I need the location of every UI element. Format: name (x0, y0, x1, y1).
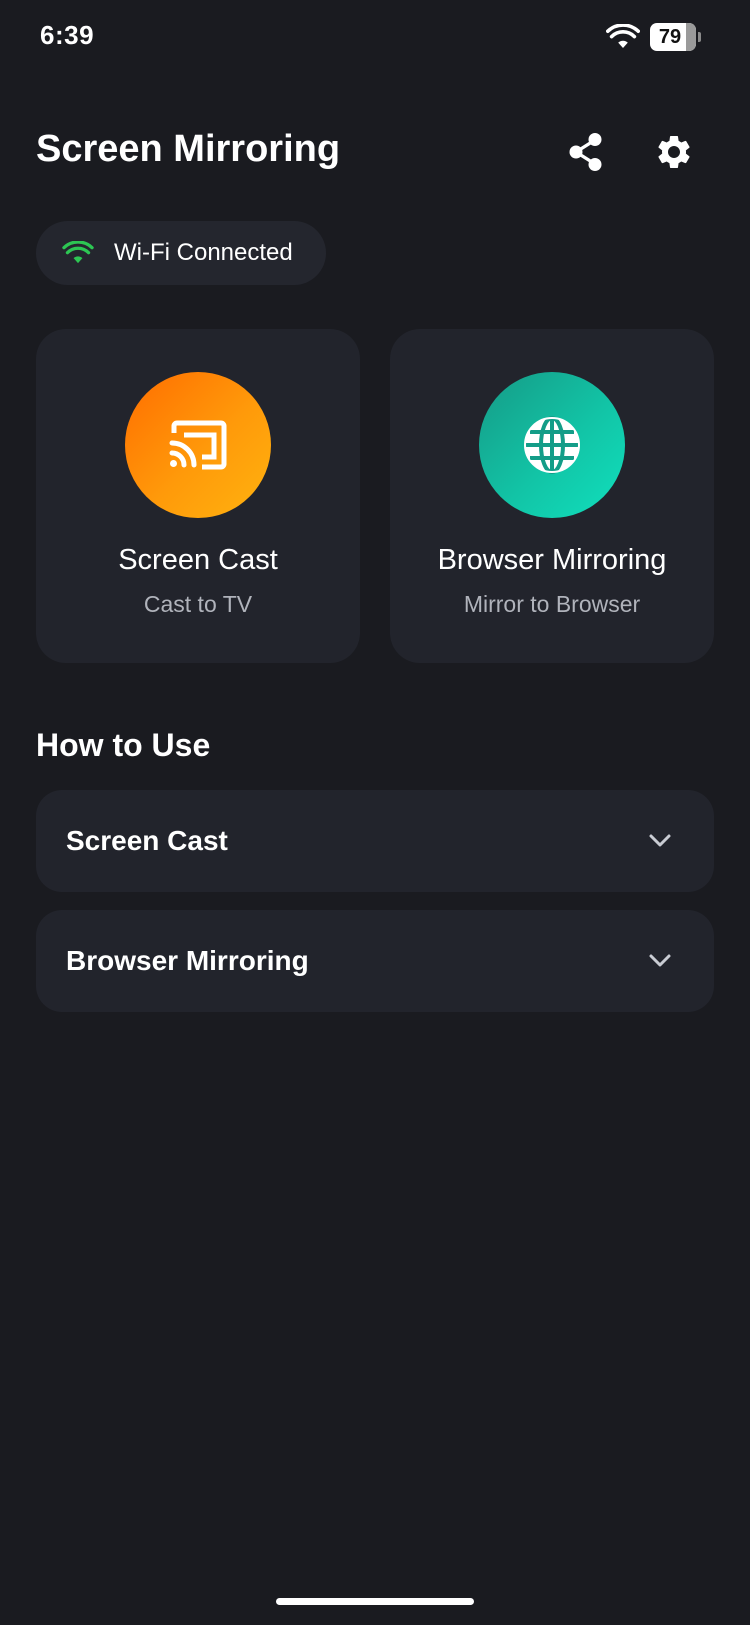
share-button[interactable] (558, 124, 614, 180)
screen-cast-title: Screen Cast (118, 544, 278, 576)
accordion-browser-mirroring[interactable]: Browser Mirroring (36, 910, 714, 1012)
browser-mirroring-card[interactable]: Browser Mirroring Mirror to Browser (390, 329, 714, 663)
accordion-label: Browser Mirroring (66, 945, 309, 976)
screen-cast-subtitle: Cast to TV (143, 591, 253, 617)
page-title: Screen Mirroring (36, 128, 341, 170)
wifi-icon (62, 241, 94, 265)
browser-mirroring-title: Browser Mirroring (437, 544, 667, 576)
settings-button[interactable] (646, 124, 702, 180)
gear-icon (658, 136, 690, 168)
home-indicator[interactable] (276, 1598, 474, 1605)
status-time: 6:39 (40, 20, 95, 50)
browser-mirroring-subtitle: Mirror to Browser (463, 591, 641, 617)
battery-indicator: 79 (650, 23, 702, 51)
browser-mirroring-icon-circle (479, 372, 625, 518)
screen-cast-icon-circle (125, 372, 271, 518)
share-icon (569, 133, 602, 171)
how-to-use-title: How to Use (36, 727, 211, 763)
chevron-down-icon (649, 954, 671, 967)
globe-icon (524, 416, 580, 474)
status-bar: 6:39 79 (0, 0, 750, 80)
status-wifi-icon (606, 24, 640, 48)
wifi-status-label: Wi-Fi Connected (114, 239, 293, 266)
screen-cast-card[interactable]: Screen Cast Cast to TV (36, 329, 360, 663)
battery-tip (698, 32, 701, 42)
accordion-label: Screen Cast (66, 825, 228, 856)
wifi-status-pill: Wi-Fi Connected (36, 221, 326, 285)
accordion-screen-cast[interactable]: Screen Cast (36, 790, 714, 892)
battery-body: 79 (650, 23, 696, 51)
chevron-down-icon (649, 834, 671, 847)
cast-icon (169, 420, 227, 470)
battery-percent: 79 (658, 26, 682, 48)
